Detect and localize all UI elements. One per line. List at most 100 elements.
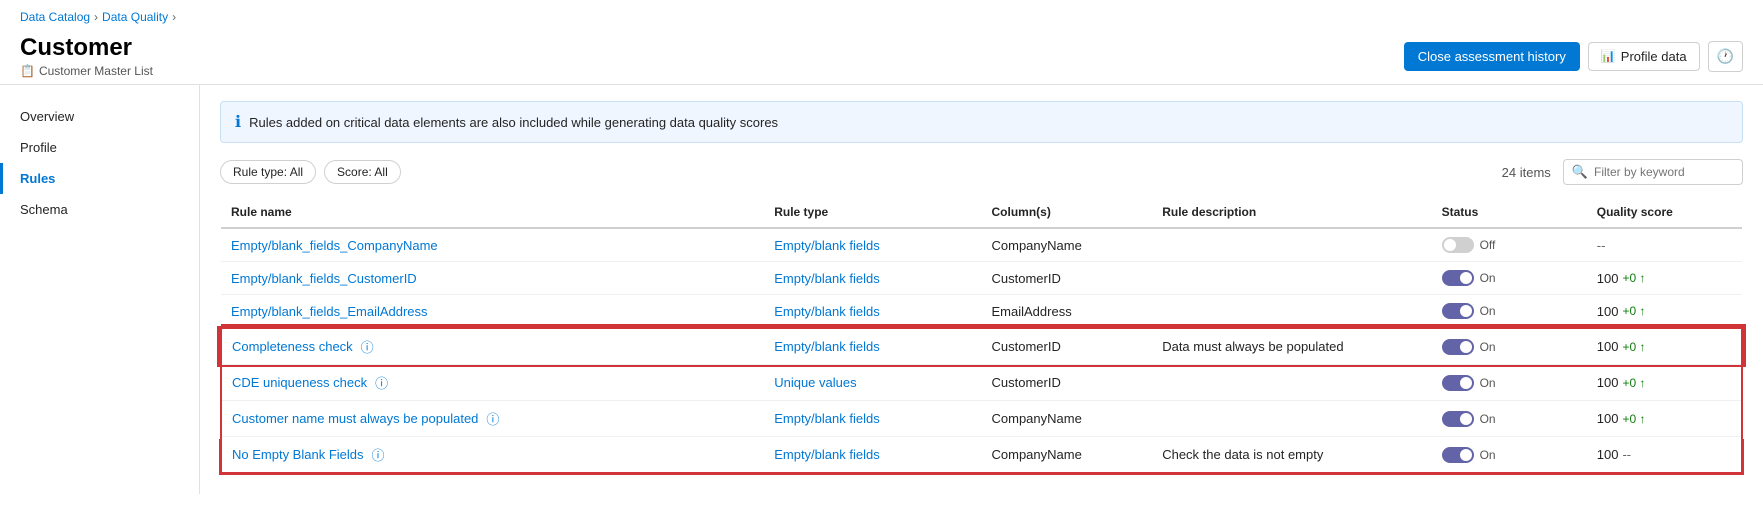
filter-left: Rule type: All Score: All: [220, 160, 401, 184]
rule-name-link[interactable]: Completeness check: [232, 339, 353, 354]
rule-name-link[interactable]: Empty/blank_fields_EmailAddress: [231, 304, 428, 319]
breadcrumb-data-catalog[interactable]: Data Catalog: [20, 10, 90, 24]
status-toggle[interactable]: Off: [1442, 237, 1577, 253]
quality-dash: --: [1622, 447, 1631, 462]
sidebar: Overview Profile Rules Schema: [0, 85, 200, 494]
table-row: Completeness checkⓘEmpty/blank fieldsCus…: [221, 328, 1742, 365]
page-title: Customer: [20, 34, 153, 62]
page-title-area: Customer 📋 Customer Master List: [20, 34, 153, 78]
th-rule-type: Rule type: [764, 197, 981, 228]
th-rule-name: Rule name: [221, 197, 764, 228]
table-row: Empty/blank_fields_EmailAddress Empty/bla…: [221, 295, 1742, 329]
table-icon: 📋: [20, 64, 35, 78]
sidebar-item-schema-label: Schema: [20, 202, 68, 217]
breadcrumb: Data Catalog › Data Quality ›: [0, 0, 1763, 28]
toggle-switch[interactable]: [1442, 237, 1474, 253]
toggle-switch[interactable]: [1442, 375, 1474, 391]
quality-dash: --: [1597, 238, 1606, 253]
table-row: Customer name must always be populatedⓘE…: [221, 401, 1742, 437]
status-toggle[interactable]: On: [1442, 339, 1577, 355]
toggle-label: On: [1480, 340, 1496, 354]
quality-delta: +0 ↑: [1622, 271, 1645, 285]
status-toggle[interactable]: On: [1442, 303, 1577, 319]
quality-value: 100: [1597, 339, 1619, 354]
sidebar-item-overview[interactable]: Overview: [0, 101, 199, 132]
table-row: No Empty Blank FieldsⓘEmpty/blank fields…: [221, 437, 1742, 474]
toggle-switch[interactable]: [1442, 270, 1474, 286]
rule-description: [1152, 295, 1431, 329]
rule-type-text: Empty/blank fields: [774, 447, 880, 462]
search-input[interactable]: [1594, 165, 1734, 179]
toggle-label: On: [1480, 448, 1496, 462]
filter-row: Rule type: All Score: All 24 items 🔍: [220, 159, 1743, 185]
table-header-row: Rule name Rule type Column(s) Rule descr…: [221, 197, 1742, 228]
rule-description: Data must always be populated: [1152, 328, 1431, 365]
clock-icon: 🕐: [1717, 48, 1734, 65]
quality-delta: +0 ↑: [1622, 304, 1645, 318]
sidebar-item-overview-label: Overview: [20, 109, 74, 124]
info-icon: ℹ: [235, 112, 241, 132]
quality-value: 100: [1597, 375, 1619, 390]
info-banner: ℹ Rules added on critical data elements …: [220, 101, 1743, 143]
rule-type-filter[interactable]: Rule type: All: [220, 160, 316, 184]
header-actions: Close assessment history 📊 Profile data …: [1404, 41, 1743, 72]
banner-text: Rules added on critical data elements ar…: [249, 115, 778, 130]
toggle-label: On: [1480, 271, 1496, 285]
rule-type-text: Unique values: [774, 375, 856, 390]
quality-score: 100 +0 ↑: [1597, 339, 1731, 354]
history-button[interactable]: 🕐: [1708, 41, 1743, 72]
sidebar-item-profile[interactable]: Profile: [0, 132, 199, 163]
cde-info-icon: ⓘ: [361, 337, 374, 356]
quality-delta: +0 ↑: [1622, 412, 1645, 426]
toggle-switch[interactable]: [1442, 447, 1474, 463]
score-filter[interactable]: Score: All: [324, 160, 401, 184]
rules-table: Rule name Rule type Column(s) Rule descr…: [220, 197, 1743, 474]
bar-chart-icon: 📊: [1601, 49, 1616, 63]
rule-type-text: Empty/blank fields: [774, 238, 880, 253]
status-toggle[interactable]: On: [1442, 270, 1577, 286]
toggle-switch[interactable]: [1442, 339, 1474, 355]
quality-score: 100 +0 ↑: [1597, 271, 1732, 286]
rule-column: CustomerID: [982, 365, 1153, 401]
cde-info-icon: ⓘ: [486, 409, 499, 428]
rule-name-link[interactable]: CDE uniqueness check: [232, 375, 367, 390]
rule-name-link[interactable]: Customer name must always be populated: [232, 411, 478, 426]
rule-name-link[interactable]: Empty/blank_fields_CompanyName: [231, 238, 438, 253]
breadcrumb-data-quality[interactable]: Data Quality: [102, 10, 168, 24]
toggle-switch[interactable]: [1442, 411, 1474, 427]
quality-delta: +0 ↑: [1622, 376, 1645, 390]
quality-delta: +0 ↑: [1622, 340, 1645, 354]
rule-type-text: Empty/blank fields: [774, 304, 880, 319]
table-row: CDE uniqueness check ⓘ Unique values Custom…: [221, 365, 1742, 401]
page-header: Customer 📋 Customer Master List Close as…: [0, 28, 1763, 85]
main-layout: Overview Profile Rules Schema ℹ Rules ad…: [0, 85, 1763, 494]
profile-data-button[interactable]: 📊 Profile data: [1588, 42, 1700, 71]
rule-description: Check the data is not empty: [1152, 437, 1431, 474]
rule-name-link[interactable]: Empty/blank_fields_CustomerID: [231, 271, 417, 286]
status-toggle[interactable]: On: [1442, 447, 1577, 463]
quality-score: 100--: [1597, 447, 1731, 462]
rule-column: CompanyName: [982, 228, 1153, 262]
cde-info-icon: ⓘ: [375, 373, 388, 392]
th-description: Rule description: [1152, 197, 1431, 228]
page-subtitle-text: Customer Master List: [39, 64, 153, 78]
toggle-label: Off: [1480, 238, 1496, 252]
toggle-label: On: [1480, 376, 1496, 390]
filter-right: 24 items 🔍: [1502, 159, 1743, 185]
sidebar-item-rules[interactable]: Rules: [0, 163, 199, 194]
rule-column: CustomerID: [982, 328, 1153, 365]
rule-name-link[interactable]: No Empty Blank Fields: [232, 447, 364, 462]
close-assessment-history-button[interactable]: Close assessment history: [1404, 42, 1580, 71]
status-toggle[interactable]: On: [1442, 411, 1577, 427]
table-row: Empty/blank_fields_CustomerIDEmpty/blank…: [221, 262, 1742, 295]
th-status: Status: [1432, 197, 1587, 228]
rule-description: [1152, 365, 1431, 401]
status-toggle[interactable]: On: [1442, 375, 1577, 391]
toggle-switch[interactable]: [1442, 303, 1474, 319]
th-columns: Column(s): [982, 197, 1153, 228]
rule-description: [1152, 228, 1431, 262]
quality-value: 100: [1597, 271, 1619, 286]
toggle-label: On: [1480, 412, 1496, 426]
search-icon: 🔍: [1572, 164, 1588, 180]
sidebar-item-schema[interactable]: Schema: [0, 194, 199, 225]
